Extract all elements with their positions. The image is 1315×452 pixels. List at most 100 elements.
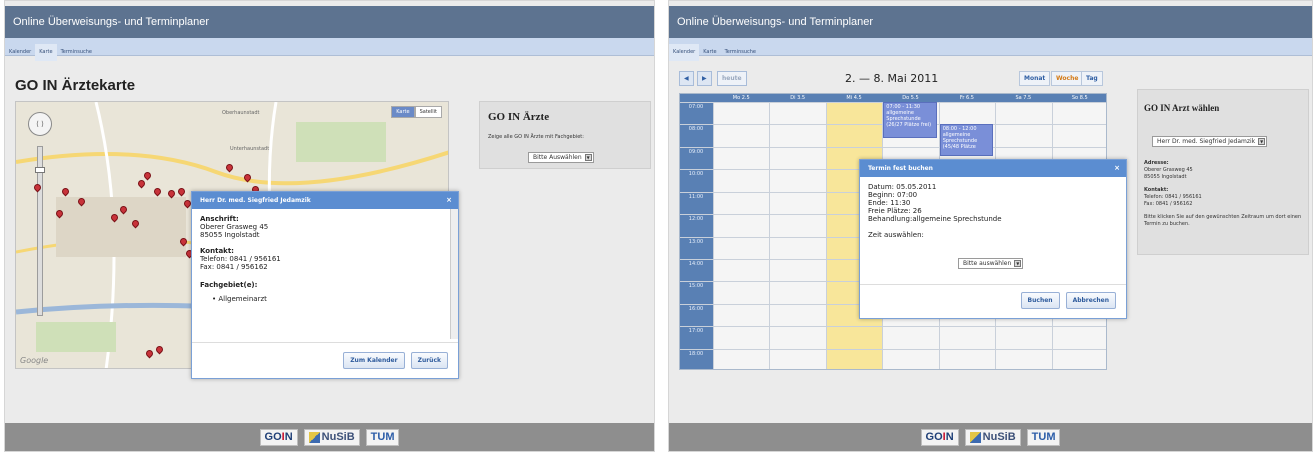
day-header: Mo 2.5 bbox=[713, 94, 770, 102]
day-header: Do 5.5 bbox=[882, 94, 939, 102]
nav-item-karte[interactable]: Karte bbox=[35, 44, 57, 61]
address-label: Adresse: bbox=[1144, 160, 1169, 166]
dialog-title: Herr Dr. med. Siegfried Jedamzik bbox=[200, 197, 311, 204]
doctor-select-value: Herr Dr. med. Siegfried Jedamzik bbox=[1157, 138, 1256, 145]
dialog-title: Termin fest buchen bbox=[868, 165, 933, 172]
hour-row[interactable] bbox=[680, 348, 1106, 350]
left-screenshot-panel: Online Überweisungs- und Terminplaner Ka… bbox=[4, 0, 655, 452]
map-place-label: Oberhaunstadt bbox=[222, 110, 260, 116]
hour-label: 09:00 bbox=[688, 148, 704, 155]
app-title: Online Überweisungs- und Terminplaner bbox=[669, 6, 1312, 38]
hour-label: 12:00 bbox=[688, 216, 704, 223]
fax-line: Fax: 0841 / 956162 bbox=[200, 263, 268, 271]
booking-start: Beginn: 07:00 bbox=[868, 191, 918, 199]
calendar-event[interactable]: 08:00 - 12:00 allgemeine Sprechstunde (45/… bbox=[939, 124, 994, 156]
address-line: 85055 Ingolstadt bbox=[1144, 174, 1187, 180]
address-line: 85055 Ingolstadt bbox=[200, 231, 260, 239]
next-week-button[interactable]: ▶ bbox=[697, 71, 712, 86]
doctor-select-title: GO IN Arzt wählen bbox=[1144, 103, 1220, 113]
day-header: So 8.5 bbox=[1051, 94, 1106, 102]
zoom-slider[interactable] bbox=[35, 146, 45, 316]
event-text: allgemeine Sprechstunde bbox=[942, 132, 978, 145]
prev-week-button[interactable]: ◀ bbox=[679, 71, 694, 86]
doctor-select-box: GO IN Arzt wählen Herr Dr. med. Siegfrie… bbox=[1137, 89, 1309, 255]
nav-item-karte[interactable]: Karte bbox=[699, 44, 720, 61]
right-screenshot-panel: Online Überweisungs- und Terminplaner Ka… bbox=[668, 0, 1313, 452]
nusib-mark-icon bbox=[969, 431, 981, 443]
calendar-event[interactable]: 07:00 - 11:30 allgemeine Sprechstunde (26/… bbox=[883, 102, 937, 138]
hour-label: 08:00 bbox=[688, 126, 704, 133]
goin-logo: GO I N bbox=[259, 428, 298, 446]
phone-line: Telefon: 0841 / 956161 bbox=[1144, 194, 1202, 200]
dialog-body: Anschrift: Oberer Grasweg 45 85055 Ingol… bbox=[192, 209, 458, 309]
calendar-toolbar: ◀ ▶ heute 2. — 8. Mai 2011 Monat Woche T… bbox=[679, 71, 1107, 89]
nav-item-kalender[interactable]: Kalender bbox=[5, 44, 35, 61]
contact-label: Kontakt: bbox=[1144, 187, 1169, 193]
contact-label: Kontakt: bbox=[200, 247, 234, 255]
dialog-header: Termin fest buchen × bbox=[860, 160, 1126, 177]
nav-item-terminsuche[interactable]: Terminsuche bbox=[57, 44, 96, 61]
map-copyright: Google bbox=[20, 356, 49, 365]
hour-label: 13:00 bbox=[688, 238, 704, 245]
view-day-button[interactable]: Tag bbox=[1081, 71, 1103, 86]
tum-logo: TUM bbox=[365, 428, 400, 446]
doctor-info-dialog: Herr Dr. med. Siegfried Jedamzik × Ansch… bbox=[191, 191, 459, 379]
zoom-slider-handle[interactable] bbox=[35, 167, 45, 173]
chevron-down-icon: ▼ bbox=[1014, 260, 1022, 267]
nav-item-terminsuche[interactable]: Terminsuche bbox=[721, 44, 760, 61]
close-icon[interactable]: × bbox=[446, 196, 452, 204]
dialog-scrollbar[interactable] bbox=[450, 209, 458, 339]
address-label: Anschrift: bbox=[200, 215, 239, 223]
hour-label: 18:00 bbox=[688, 350, 704, 357]
close-icon[interactable]: × bbox=[1114, 164, 1120, 172]
hour-label: 14:00 bbox=[688, 260, 704, 267]
tum-logo: TUM bbox=[1026, 428, 1061, 446]
map-type-karte-button[interactable]: Karte bbox=[391, 106, 415, 118]
day-divider bbox=[713, 102, 714, 369]
day-divider bbox=[769, 102, 771, 369]
dialog-body: Datum: 05.05.2011 Beginn: 07:00 Ende: 11… bbox=[860, 177, 1126, 245]
hour-label: 10:00 bbox=[688, 171, 704, 178]
booking-free-slots: Freie Plätze: 26 bbox=[868, 207, 922, 215]
day-divider bbox=[825, 102, 827, 369]
map-zoom-control[interactable]: ⟨ ⟩ bbox=[28, 112, 52, 316]
dialog-header: Herr Dr. med. Siegfried Jedamzik × bbox=[192, 192, 458, 209]
cancel-button[interactable]: Abbrechen bbox=[1065, 292, 1116, 309]
booking-treatment: Behandlung:allgemeine Sprechstunde bbox=[868, 215, 1002, 223]
map-type-satellit-button[interactable]: Satellit bbox=[414, 106, 442, 118]
nusib-logo: NuSiB bbox=[303, 428, 360, 446]
dialog-buttons: Zum Kalender Zurück bbox=[343, 352, 448, 369]
hour-label: 11:00 bbox=[688, 193, 704, 200]
specialty-label: Fachgebiet(e): bbox=[200, 281, 258, 289]
event-extra: (45/48 Plätze bbox=[942, 144, 976, 151]
event-text: allgemeine Sprechstunde bbox=[886, 110, 921, 122]
time-select[interactable]: Bitte auswählen ▼ bbox=[958, 258, 1024, 269]
hour-row[interactable] bbox=[680, 146, 1106, 148]
doctor-details: Adresse: Oberer Grasweg 45 85055 Ingolst… bbox=[1144, 160, 1304, 228]
footer: GO I N NuSiB TUM bbox=[5, 423, 654, 451]
today-button[interactable]: heute bbox=[717, 71, 747, 86]
day-header: Di 3.5 bbox=[769, 94, 826, 102]
chevron-down-icon: ▼ bbox=[1258, 138, 1266, 145]
view-week-button[interactable]: Woche bbox=[1051, 71, 1084, 86]
hour-label: 07:00 bbox=[688, 104, 704, 110]
time-select-value: Bitte auswählen bbox=[963, 260, 1012, 267]
map-type-switch: Karte Satellit bbox=[391, 106, 442, 118]
day-header: Mi 4.5 bbox=[825, 94, 883, 102]
view-month-button[interactable]: Monat bbox=[1019, 71, 1051, 86]
goin-logo: GO I N bbox=[920, 428, 959, 446]
booking-dialog: Termin fest buchen × Datum: 05.05.2011 B… bbox=[859, 159, 1127, 319]
doctor-select[interactable]: Herr Dr. med. Siegfried Jedamzik ▼ bbox=[1152, 136, 1268, 147]
dialog-buttons: Buchen Abbrechen bbox=[1020, 292, 1116, 309]
footer: GO I N NuSiB TUM bbox=[669, 423, 1312, 451]
hour-row[interactable] bbox=[680, 326, 1106, 328]
book-button[interactable]: Buchen bbox=[1020, 292, 1060, 309]
day-header: Sa 7.5 bbox=[995, 94, 1052, 102]
pan-arrows-icon[interactable]: ⟨ ⟩ bbox=[28, 112, 52, 136]
fax-line: Fax: 0841 / 956162 bbox=[1144, 201, 1193, 207]
to-calendar-button[interactable]: Zum Kalender bbox=[343, 352, 405, 369]
booking-date: Datum: 05.05.2011 bbox=[868, 183, 937, 191]
nav-item-kalender[interactable]: Kalender bbox=[669, 44, 700, 61]
back-button[interactable]: Zurück bbox=[410, 352, 448, 369]
specialty-select[interactable]: Bitte Auswählen ▼ bbox=[528, 152, 594, 163]
